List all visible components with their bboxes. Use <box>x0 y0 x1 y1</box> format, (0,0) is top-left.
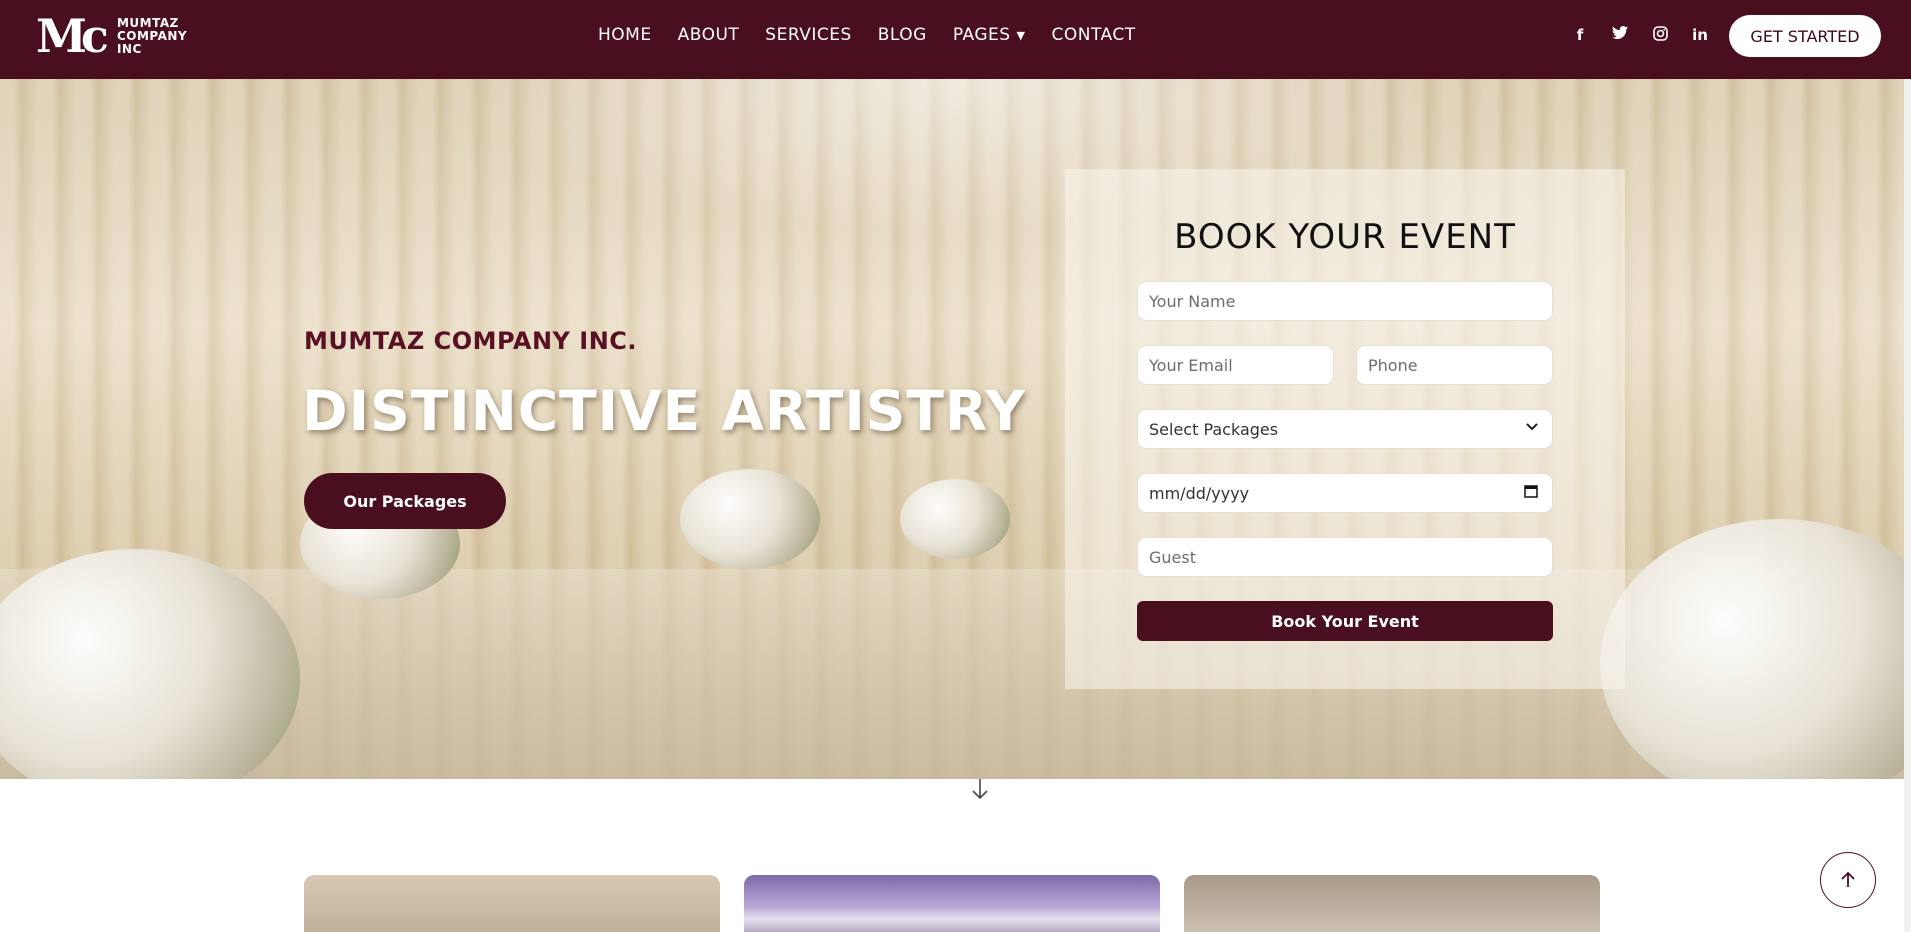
page: Mc MUMTAZ COMPANY INC HOME ABOUT SERVICE… <box>0 0 1911 932</box>
date-placeholder: mm/dd/yyyy <box>1149 483 1250 503</box>
instagram-icon[interactable] <box>1640 25 1680 45</box>
company-logo[interactable]: Mc MUMTAZ COMPANY INC <box>36 12 187 60</box>
flower-decor <box>1600 519 1911 779</box>
nav-pages-label: PAGES <box>952 25 1011 45</box>
nav-blog[interactable]: BLOG <box>878 25 927 45</box>
hero-title: DISTINCTIVE ARTISTRY <box>302 379 1027 443</box>
chevron-down-icon: ▼ <box>1016 28 1026 42</box>
hero-section: MUMTAZ COMPANY INC. DISTINCTIVE ARTISTRY… <box>0 79 1911 779</box>
logo-line-3: INC <box>116 41 142 56</box>
twitter-icon[interactable] <box>1600 26 1640 44</box>
nav-about[interactable]: ABOUT <box>678 25 740 45</box>
site-header: Mc MUMTAZ COMPANY INC HOME ABOUT SERVICE… <box>0 0 1911 79</box>
packages-select[interactable]: Select Packages <box>1137 409 1553 449</box>
name-input[interactable]: Your Name <box>1137 281 1553 321</box>
packages-select-value: Select Packages <box>1149 419 1279 439</box>
booking-form: BOOK YOUR EVENT Your Name Your Email Pho… <box>1065 169 1625 689</box>
nav-home[interactable]: HOME <box>598 25 652 45</box>
book-your-event-button[interactable]: Book Your Event <box>1137 601 1553 641</box>
scroll-to-top-button[interactable] <box>1820 852 1876 908</box>
email-input[interactable]: Your Email <box>1137 345 1334 385</box>
logo-line-1: MUMTAZ <box>116 15 179 30</box>
chevron-down-icon <box>1526 420 1538 435</box>
name-placeholder: Your Name <box>1149 291 1236 311</box>
date-input[interactable]: mm/dd/yyyy <box>1137 473 1553 513</box>
logo-text: MUMTAZ COMPANY INC <box>116 15 188 56</box>
social-links: f in <box>1560 0 1720 70</box>
main-nav: HOME ABOUT SERVICES BLOG PAGES ▼ CONTACT <box>598 0 1162 70</box>
guest-input[interactable]: Guest <box>1137 537 1553 577</box>
package-card-image[interactable] <box>1184 875 1600 932</box>
facebook-icon[interactable]: f <box>1560 26 1600 44</box>
package-card-image[interactable] <box>744 875 1160 932</box>
our-packages-button[interactable]: Our Packages <box>304 473 506 529</box>
calendar-icon[interactable] <box>1524 484 1538 502</box>
nav-services[interactable]: SERVICES <box>765 25 851 45</box>
email-placeholder: Your Email <box>1149 355 1233 375</box>
arrow-down-icon[interactable] <box>972 778 988 806</box>
nav-contact[interactable]: CONTACT <box>1052 25 1136 45</box>
linkedin-icon[interactable]: in <box>1680 26 1720 44</box>
logo-mark: Mc <box>36 9 109 63</box>
phone-input[interactable]: Phone <box>1356 345 1553 385</box>
phone-placeholder: Phone <box>1368 355 1418 375</box>
get-started-button[interactable]: GET STARTED <box>1729 15 1881 57</box>
scrollbar[interactable] <box>1904 79 1911 932</box>
package-card-image[interactable] <box>304 875 720 932</box>
nav-pages[interactable]: PAGES ▼ <box>953 25 1026 45</box>
flower-decor <box>900 479 1010 559</box>
guest-placeholder: Guest <box>1149 547 1196 567</box>
booking-title: BOOK YOUR EVENT <box>1174 217 1516 257</box>
hero-subtitle: MUMTAZ COMPANY INC. <box>304 327 638 355</box>
flower-decor <box>680 469 820 569</box>
logo-line-2: COMPANY <box>116 28 188 43</box>
